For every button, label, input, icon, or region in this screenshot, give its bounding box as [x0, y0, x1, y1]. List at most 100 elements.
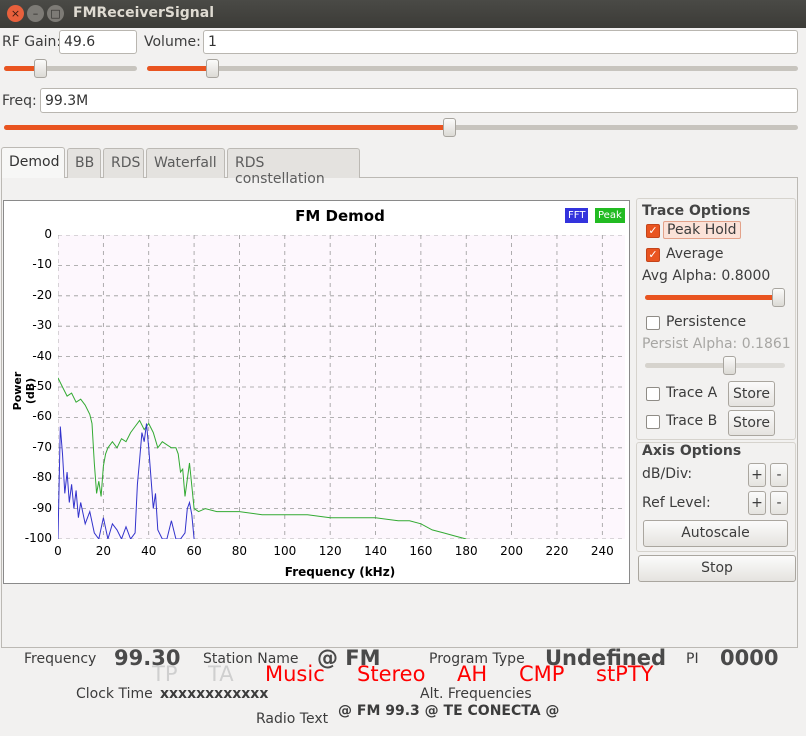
- y-tick-label: -10: [32, 257, 52, 272]
- x-tick-label: 200: [500, 544, 524, 558]
- freq-slider[interactable]: [4, 118, 798, 137]
- fm-demod-plot: [58, 235, 625, 539]
- x-axis-label: Frequency (kHz): [284, 565, 396, 579]
- ref-level-label: Ref Level:: [642, 495, 711, 511]
- rf-gain-input[interactable]: [59, 30, 137, 54]
- legend-peak: Peak: [595, 208, 625, 223]
- series-line-peak: [58, 377, 467, 539]
- tab-demod[interactable]: Demod: [1, 147, 65, 178]
- average-checkbox[interactable]: ✓: [646, 248, 660, 262]
- autoscale-button[interactable]: Autoscale: [643, 520, 788, 547]
- maximize-icon: □: [50, 7, 61, 20]
- volume-label: Volume:: [144, 34, 201, 50]
- db-div-plus-button[interactable]: +: [748, 463, 766, 487]
- tab-bb[interactable]: BB: [67, 148, 101, 178]
- rds-flag-ta: TA: [208, 662, 234, 686]
- ref-level-plus-button[interactable]: +: [748, 491, 766, 515]
- average-label[interactable]: Average: [666, 246, 724, 262]
- x-tick-label: 240: [590, 544, 614, 558]
- y-tick-label: -40: [32, 348, 52, 363]
- rds-flag-cmp: CMP: [519, 662, 565, 686]
- y-tick-label: -90: [32, 500, 52, 515]
- y-tick-label: -100: [24, 531, 52, 545]
- rf-gain-label: RF Gain:: [2, 34, 62, 50]
- rds-radio-text-label: Radio Text: [256, 711, 329, 727]
- minimize-window-button[interactable]: –: [27, 5, 44, 22]
- rds-frequency-label: Frequency: [24, 651, 97, 667]
- rds-flag-stereo: Stereo: [357, 662, 426, 686]
- persist-alpha-slider[interactable]: [645, 356, 785, 375]
- volume-slider-handle[interactable]: [206, 59, 219, 78]
- peak-hold-checkbox[interactable]: ✓: [646, 224, 660, 238]
- trace-a-store-button[interactable]: Store: [728, 381, 775, 407]
- y-tick-label: -50: [32, 379, 52, 393]
- tab-rds[interactable]: RDS: [103, 148, 144, 178]
- x-tick-label: 20: [95, 544, 111, 558]
- tab-rds-constellation[interactable]: RDS constellation: [227, 148, 360, 187]
- volume-slider[interactable]: [147, 59, 798, 78]
- db-div-minus-button[interactable]: -: [770, 463, 788, 487]
- x-tick-label: 140: [364, 544, 387, 558]
- rds-alt-frequencies-label: Alt. Frequencies: [420, 686, 532, 702]
- rds-flag-ah: AH: [457, 662, 488, 686]
- trace-a-label[interactable]: Trace A: [666, 385, 717, 401]
- avg-alpha-slider[interactable]: [645, 288, 785, 307]
- rds-flag-stpty: stPTY: [596, 662, 654, 686]
- rds-flag-music: Music: [265, 662, 325, 686]
- avg-alpha-slider-fill: [645, 295, 778, 300]
- rf-gain-slider[interactable]: [4, 59, 137, 78]
- rds-clock-label: Clock Time: [76, 686, 153, 702]
- y-tick-label: -60: [32, 409, 52, 424]
- freq-label: Freq:: [2, 93, 37, 109]
- persist-alpha-slider-handle[interactable]: [723, 356, 736, 375]
- trace-b-store-button[interactable]: Store: [728, 410, 775, 436]
- maximize-window-button[interactable]: □: [47, 5, 64, 22]
- freq-slider-fill: [4, 125, 449, 130]
- stop-button[interactable]: Stop: [638, 555, 796, 582]
- trace-a-checkbox[interactable]: [646, 387, 660, 401]
- y-tick-label: -80: [32, 470, 52, 485]
- x-tick-label: 80: [231, 544, 248, 558]
- close-icon: ×: [10, 7, 21, 20]
- persistence-checkbox[interactable]: [646, 316, 660, 330]
- x-tick-label: 180: [454, 544, 478, 558]
- rds-clock-value: xxxxxxxxxxxx: [160, 686, 269, 702]
- rds-flag-tp: TP: [152, 662, 178, 686]
- minimize-icon: –: [32, 7, 39, 20]
- x-tick-label: 0: [54, 544, 62, 558]
- title-bar: × – □ FMReceiverSignal: [0, 0, 806, 28]
- x-tick-label: 160: [409, 544, 433, 558]
- y-tick-label: -20: [32, 287, 52, 302]
- tab-waterfall[interactable]: Waterfall: [146, 148, 225, 178]
- trace-options-heading: Trace Options: [642, 203, 751, 219]
- volume-input[interactable]: [203, 30, 798, 54]
- x-tick-label: 100: [273, 544, 297, 558]
- axis-options-heading: Axis Options: [642, 443, 742, 459]
- rds-pi-label: PI: [686, 651, 699, 667]
- chart-title: FM Demod: [295, 207, 385, 225]
- avg-alpha-label: Avg Alpha: 0.8000: [642, 268, 771, 284]
- x-tick-label: 220: [545, 544, 569, 558]
- x-tick-label: 40: [141, 544, 157, 558]
- ref-level-minus-button[interactable]: -: [770, 491, 788, 515]
- persistence-label[interactable]: Persistence: [666, 314, 746, 330]
- db-div-label: dB/Div:: [642, 466, 693, 482]
- peak-hold-label[interactable]: Peak Hold: [663, 221, 741, 239]
- rds-radio-text-value: @ FM 99.3 @ TE CONECTA @: [338, 703, 560, 719]
- x-tick-label: 120: [318, 544, 342, 558]
- rf-gain-slider-handle[interactable]: [34, 59, 47, 78]
- freq-input[interactable]: [40, 88, 798, 113]
- persist-alpha-slider-fill: [645, 363, 729, 368]
- y-tick-label: -30: [32, 318, 52, 333]
- freq-slider-handle[interactable]: [443, 118, 456, 137]
- plot-area: [58, 235, 625, 539]
- avg-alpha-slider-handle[interactable]: [772, 288, 785, 307]
- y-tick-label: -70: [32, 439, 52, 454]
- legend-fft: FFT: [565, 208, 589, 223]
- close-window-button[interactable]: ×: [7, 5, 24, 22]
- rds-pi-value: 0000: [720, 646, 779, 670]
- trace-b-checkbox[interactable]: [646, 415, 660, 429]
- persist-alpha-label: Persist Alpha: 0.1861: [642, 336, 791, 352]
- y-tick-label: 0: [44, 227, 52, 241]
- trace-b-label[interactable]: Trace B: [666, 413, 717, 429]
